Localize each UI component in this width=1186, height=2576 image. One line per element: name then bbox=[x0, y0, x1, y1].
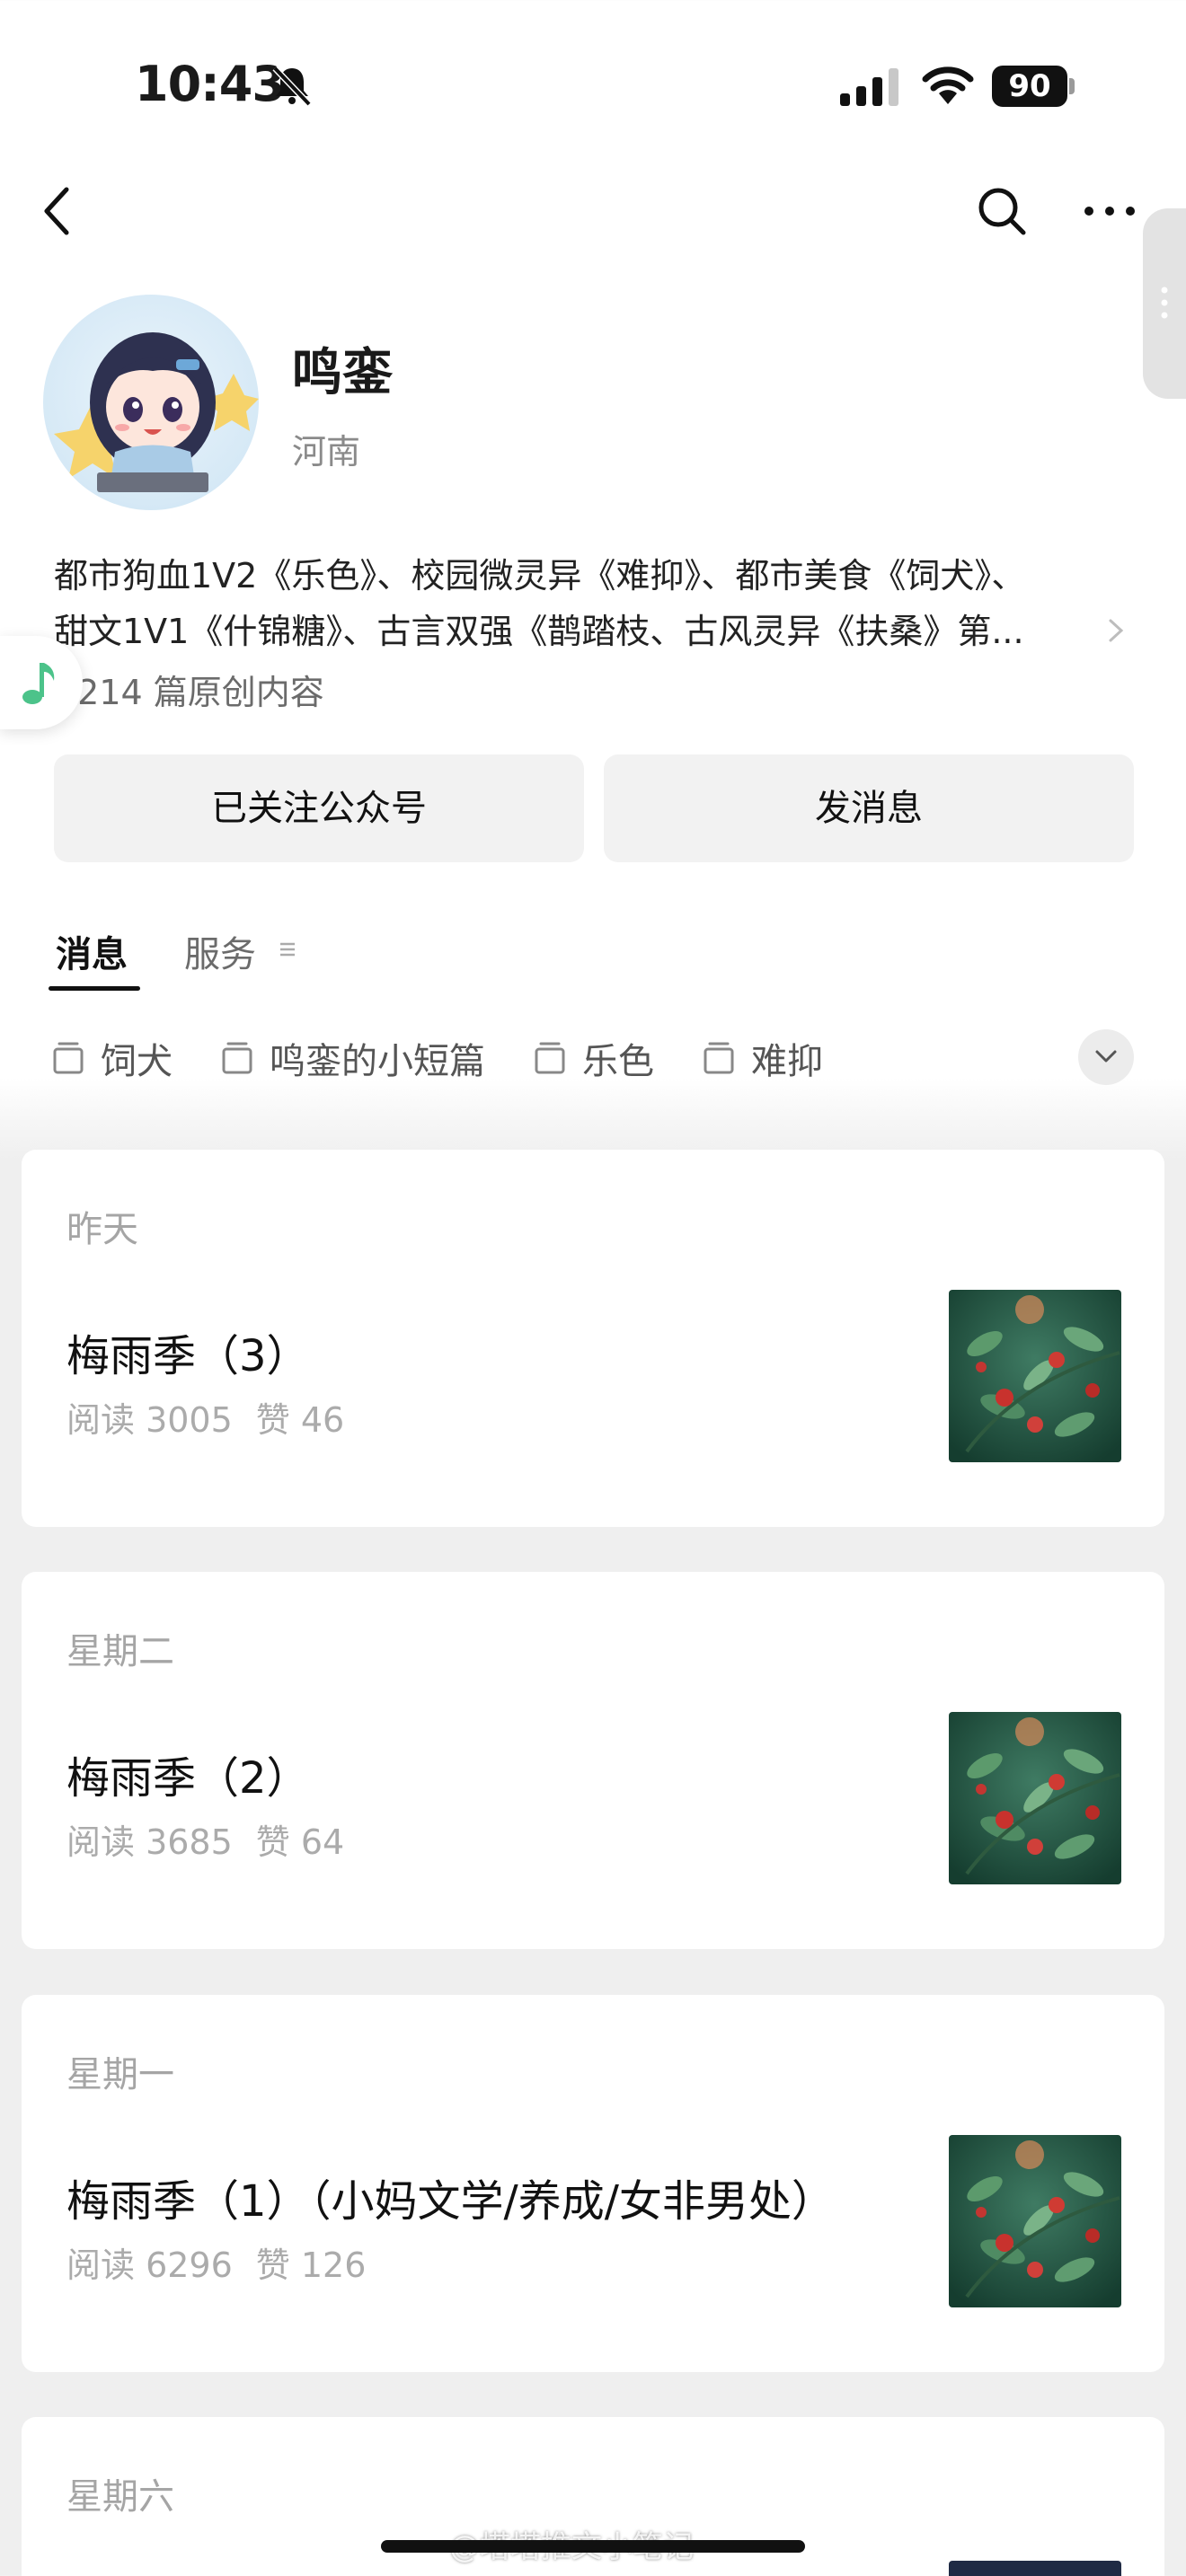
chevron-right-icon[interactable] bbox=[1105, 615, 1127, 646]
article-date: 星期六 bbox=[66, 2476, 174, 2518]
expand-collections-button[interactable] bbox=[1078, 1029, 1134, 1085]
tab-messages[interactable]: 消息 bbox=[56, 925, 128, 977]
collection-icon bbox=[222, 1042, 252, 1074]
article-card[interactable]: 星期一 梅雨季（1）（小妈文学/养成/女非男处） 阅读 6296 赞 126 bbox=[22, 1995, 1164, 2372]
article-thumbnail[interactable] bbox=[949, 1290, 1121, 1462]
article-stats: 阅读 3685 赞 64 bbox=[66, 1814, 344, 1864]
article-thumbnail[interactable] bbox=[949, 2135, 1121, 2307]
tab-services[interactable]: 服务 bbox=[184, 925, 256, 977]
article-thumbnail[interactable] bbox=[949, 2561, 1121, 2576]
status-time: 10:43 bbox=[135, 56, 286, 112]
collection-label: 饲犬 bbox=[101, 1041, 173, 1082]
article-title[interactable]: 梅雨季（1）（小妈文学/养成/女非男处） bbox=[66, 2166, 835, 2228]
original-content-count[interactable]: 1214 篇原创内容 bbox=[56, 665, 324, 714]
article-date: 星期二 bbox=[66, 1631, 174, 1672]
collection-label: 难抑 bbox=[751, 1041, 823, 1082]
account-region: 河南 bbox=[292, 432, 361, 472]
battery-level: 90 bbox=[992, 66, 1067, 107]
follow-status-button[interactable]: 已关注公众号 bbox=[54, 754, 584, 862]
collection-label: 乐色 bbox=[582, 1041, 654, 1082]
bell-off-icon bbox=[272, 66, 312, 107]
article-stats: 阅读 6296 赞 126 bbox=[66, 2237, 366, 2287]
floating-side-handle[interactable] bbox=[1143, 208, 1186, 399]
cellular-signal-icon bbox=[840, 68, 898, 106]
send-message-button[interactable]: 发消息 bbox=[604, 754, 1134, 862]
article-date: 昨天 bbox=[66, 1209, 138, 1250]
article-thumbnail[interactable] bbox=[949, 1712, 1121, 1884]
collection-icon bbox=[53, 1042, 84, 1074]
active-tab-indicator bbox=[49, 986, 140, 991]
article-reads: 阅读 6296 bbox=[66, 2245, 233, 2285]
collection-item[interactable]: 鸣銮的小短篇 bbox=[221, 1031, 485, 1085]
account-description[interactable]: 都市狗血1V2《乐色》、校园微灵异《难抑》、都市美食《饲犬》、 甜文1V1《什锦… bbox=[54, 548, 1087, 659]
music-note-icon bbox=[22, 663, 55, 704]
description-line: 都市狗血1V2《乐色》、校园微灵异《难抑》、都市美食《饲犬》、 bbox=[54, 556, 1026, 595]
collection-icon bbox=[535, 1042, 565, 1074]
article-card[interactable]: 昨天 梅雨季（3） 阅读 3005 赞 46 bbox=[22, 1150, 1164, 1527]
search-icon[interactable] bbox=[975, 184, 1029, 238]
back-icon[interactable] bbox=[36, 184, 81, 238]
collection-label: 鸣銮的小短篇 bbox=[270, 1041, 485, 1082]
wifi-icon bbox=[922, 66, 974, 104]
article-date: 星期一 bbox=[66, 2054, 174, 2095]
account-name: 鸣銮 bbox=[292, 344, 393, 402]
article-likes: 赞 46 bbox=[255, 1400, 345, 1440]
avatar[interactable] bbox=[43, 295, 259, 510]
article-likes: 赞 126 bbox=[255, 2245, 367, 2285]
collection-item[interactable]: 饲犬 bbox=[52, 1031, 173, 1085]
collections-row: 饲犬 鸣銮的小短篇 乐色 难抑 bbox=[52, 1031, 823, 1085]
more-icon[interactable] bbox=[1078, 193, 1141, 229]
article-title[interactable]: 梅雨季（3） bbox=[66, 1320, 310, 1383]
article-stats: 阅读 3005 赞 46 bbox=[66, 1392, 344, 1442]
menu-icon[interactable] bbox=[279, 941, 296, 957]
home-indicator[interactable] bbox=[381, 2540, 805, 2553]
collection-item[interactable]: 难抑 bbox=[703, 1031, 823, 1085]
article-likes: 赞 64 bbox=[255, 1822, 345, 1862]
article-reads: 阅读 3685 bbox=[66, 1822, 233, 1862]
battery-indicator: 90 bbox=[992, 66, 1075, 107]
collection-item[interactable]: 乐色 bbox=[534, 1031, 654, 1085]
article-reads: 阅读 3005 bbox=[66, 1400, 233, 1440]
collection-icon bbox=[704, 1042, 734, 1074]
article-title[interactable]: 梅雨季（2） bbox=[66, 1742, 310, 1805]
article-card[interactable]: 星期二 梅雨季（2） 阅读 3685 赞 64 bbox=[22, 1572, 1164, 1949]
description-line: 甜文1V1《什锦糖》、古言双强《鹊踏枝、古风灵异《扶桑》第... bbox=[54, 612, 1024, 651]
chevron-down-icon bbox=[1095, 1050, 1117, 1063]
